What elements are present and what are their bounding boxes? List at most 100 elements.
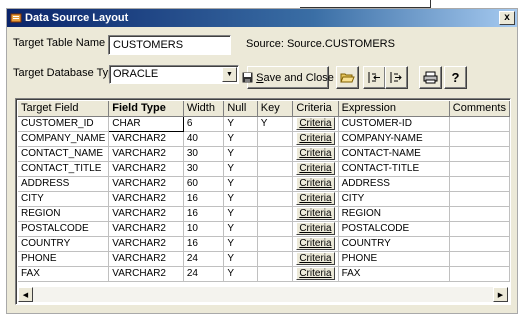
criteria-button[interactable]: Criteria bbox=[296, 177, 335, 190]
table-row[interactable]: POSTALCODE VARCHAR2 10 Y Criteria POSTALCODE bbox=[18, 221, 510, 237]
target-field-cell[interactable]: CONTACT_NAME bbox=[18, 146, 110, 162]
field-type-cell[interactable]: VARCHAR2 bbox=[108, 221, 184, 237]
width-cell[interactable]: 40 bbox=[183, 131, 225, 147]
table-row[interactable]: ADDRESS VARCHAR2 60 Y Criteria ADDRESS bbox=[18, 176, 510, 192]
criteria-cell[interactable]: Criteria bbox=[292, 146, 339, 162]
criteria-cell[interactable]: Criteria bbox=[292, 206, 339, 222]
null-cell[interactable]: Y bbox=[223, 176, 258, 192]
field-type-cell[interactable]: VARCHAR2 bbox=[108, 206, 184, 222]
key-cell[interactable] bbox=[257, 251, 294, 267]
col-key[interactable]: Key bbox=[257, 101, 294, 117]
table-row[interactable]: COUNTRY VARCHAR2 16 Y Criteria COUNTRY bbox=[18, 236, 510, 252]
comments-cell[interactable] bbox=[449, 236, 510, 252]
target-field-cell[interactable]: REGION bbox=[18, 206, 110, 222]
target-field-cell[interactable]: PHONE bbox=[18, 251, 110, 267]
chevron-down-icon[interactable]: ▼ bbox=[222, 67, 237, 82]
null-cell[interactable]: Y bbox=[223, 251, 258, 267]
criteria-button[interactable]: Criteria bbox=[296, 252, 335, 265]
target-field-cell[interactable]: COUNTRY bbox=[18, 236, 110, 252]
key-cell[interactable] bbox=[257, 236, 294, 252]
target-field-cell[interactable]: FAX bbox=[18, 266, 110, 282]
key-cell[interactable] bbox=[257, 191, 294, 207]
key-cell[interactable] bbox=[257, 221, 294, 237]
null-cell[interactable]: Y bbox=[223, 221, 258, 237]
col-comments[interactable]: Comments bbox=[449, 101, 510, 117]
criteria-button[interactable]: Criteria bbox=[296, 222, 335, 235]
criteria-cell[interactable]: Criteria bbox=[292, 236, 339, 252]
target-field-cell[interactable]: CUSTOMER_ID bbox=[18, 116, 110, 132]
save-and-close-button[interactable]: Save and Close bbox=[242, 66, 334, 89]
open-button[interactable] bbox=[336, 66, 359, 89]
width-cell[interactable]: 30 bbox=[183, 161, 225, 177]
key-cell[interactable] bbox=[257, 131, 294, 147]
expression-cell[interactable]: CITY bbox=[338, 191, 450, 207]
table-row[interactable]: PHONE VARCHAR2 24 Y Criteria PHONE bbox=[18, 251, 510, 267]
target-db-select[interactable]: ORACLE ▼ bbox=[109, 65, 239, 84]
null-cell[interactable]: Y bbox=[223, 236, 258, 252]
criteria-cell[interactable]: Criteria bbox=[292, 251, 339, 267]
move-left-button[interactable] bbox=[363, 66, 386, 89]
key-cell[interactable] bbox=[257, 146, 294, 162]
null-cell[interactable]: Y bbox=[223, 146, 258, 162]
field-grid[interactable]: Target Field Field Type Width Null Key C… bbox=[15, 98, 511, 305]
width-cell[interactable]: 24 bbox=[183, 266, 225, 282]
null-cell[interactable]: Y bbox=[223, 266, 258, 282]
width-cell[interactable]: 10 bbox=[183, 221, 225, 237]
comments-cell[interactable] bbox=[449, 131, 510, 147]
target-field-cell[interactable]: CONTACT_TITLE bbox=[18, 161, 110, 177]
table-row[interactable]: CUSTOMER_ID CHAR 6 Y Y Criteria CUSTOMER-ID bbox=[18, 115, 510, 132]
scroll-left-button[interactable]: ◀ bbox=[18, 287, 33, 302]
table-row[interactable]: CONTACT_TITLE VARCHAR2 30 Y Criteria CONTACT-… bbox=[18, 161, 510, 177]
criteria-cell[interactable]: Criteria bbox=[292, 116, 339, 132]
print-button[interactable] bbox=[419, 66, 442, 89]
expression-cell[interactable]: FAX bbox=[338, 266, 450, 282]
expression-cell[interactable]: ADDRESS bbox=[338, 176, 450, 192]
key-cell[interactable] bbox=[257, 206, 294, 222]
expression-cell[interactable]: REGION bbox=[338, 206, 450, 222]
field-type-cell[interactable]: VARCHAR2 bbox=[108, 176, 184, 192]
table-row[interactable]: CITY VARCHAR2 16 Y Criteria CITY bbox=[18, 191, 510, 207]
comments-cell[interactable] bbox=[449, 176, 510, 192]
close-button[interactable]: x bbox=[499, 11, 515, 25]
target-field-cell[interactable]: ADDRESS bbox=[18, 176, 110, 192]
criteria-cell[interactable]: Criteria bbox=[292, 191, 339, 207]
null-cell[interactable]: Y bbox=[223, 191, 258, 207]
comments-cell[interactable] bbox=[449, 146, 510, 162]
target-table-input[interactable]: CUSTOMERS bbox=[108, 35, 231, 55]
criteria-button[interactable]: Criteria bbox=[296, 192, 335, 205]
horizontal-scrollbar[interactable]: ◀ ▶ bbox=[18, 287, 508, 302]
criteria-button[interactable]: Criteria bbox=[296, 132, 335, 145]
field-type-cell[interactable]: VARCHAR2 bbox=[108, 236, 184, 252]
field-type-cell[interactable]: VARCHAR2 bbox=[108, 146, 184, 162]
width-cell[interactable]: 16 bbox=[183, 236, 225, 252]
key-cell[interactable] bbox=[257, 176, 294, 192]
comments-cell[interactable] bbox=[449, 266, 510, 282]
null-cell[interactable]: Y bbox=[223, 116, 258, 132]
criteria-cell[interactable]: Criteria bbox=[292, 131, 339, 147]
criteria-button[interactable]: Criteria bbox=[296, 117, 335, 130]
width-cell[interactable]: 16 bbox=[183, 206, 225, 222]
table-row[interactable]: REGION VARCHAR2 16 Y Criteria REGION bbox=[18, 206, 510, 222]
key-cell[interactable]: Y bbox=[257, 116, 294, 132]
width-cell[interactable]: 30 bbox=[183, 146, 225, 162]
criteria-cell[interactable]: Criteria bbox=[292, 221, 339, 237]
col-null[interactable]: Null bbox=[223, 101, 258, 117]
criteria-cell[interactable]: Criteria bbox=[292, 161, 339, 177]
comments-cell[interactable] bbox=[449, 206, 510, 222]
table-row[interactable]: COMPANY_NAME VARCHAR2 40 Y Criteria COMPANY-N… bbox=[18, 131, 510, 147]
width-cell[interactable]: 24 bbox=[183, 251, 225, 267]
expression-cell[interactable]: COUNTRY bbox=[338, 236, 450, 252]
width-cell[interactable]: 6 bbox=[183, 116, 225, 132]
field-type-cell[interactable]: VARCHAR2 bbox=[108, 161, 184, 177]
table-row[interactable]: CONTACT_NAME VARCHAR2 30 Y Criteria CONTACT-N… bbox=[18, 146, 510, 162]
col-width[interactable]: Width bbox=[183, 101, 225, 117]
expression-cell[interactable]: PHONE bbox=[338, 251, 450, 267]
title-bar[interactable]: Data Source Layout x bbox=[7, 9, 517, 27]
move-right-button[interactable] bbox=[385, 66, 408, 89]
expression-cell[interactable]: CONTACT-TITLE bbox=[338, 161, 450, 177]
expression-cell[interactable]: CUSTOMER-ID bbox=[338, 116, 450, 132]
criteria-cell[interactable]: Criteria bbox=[292, 266, 339, 282]
help-button[interactable]: ? bbox=[444, 66, 467, 89]
target-field-cell[interactable]: COMPANY_NAME bbox=[18, 131, 110, 147]
criteria-button[interactable]: Criteria bbox=[296, 237, 335, 250]
